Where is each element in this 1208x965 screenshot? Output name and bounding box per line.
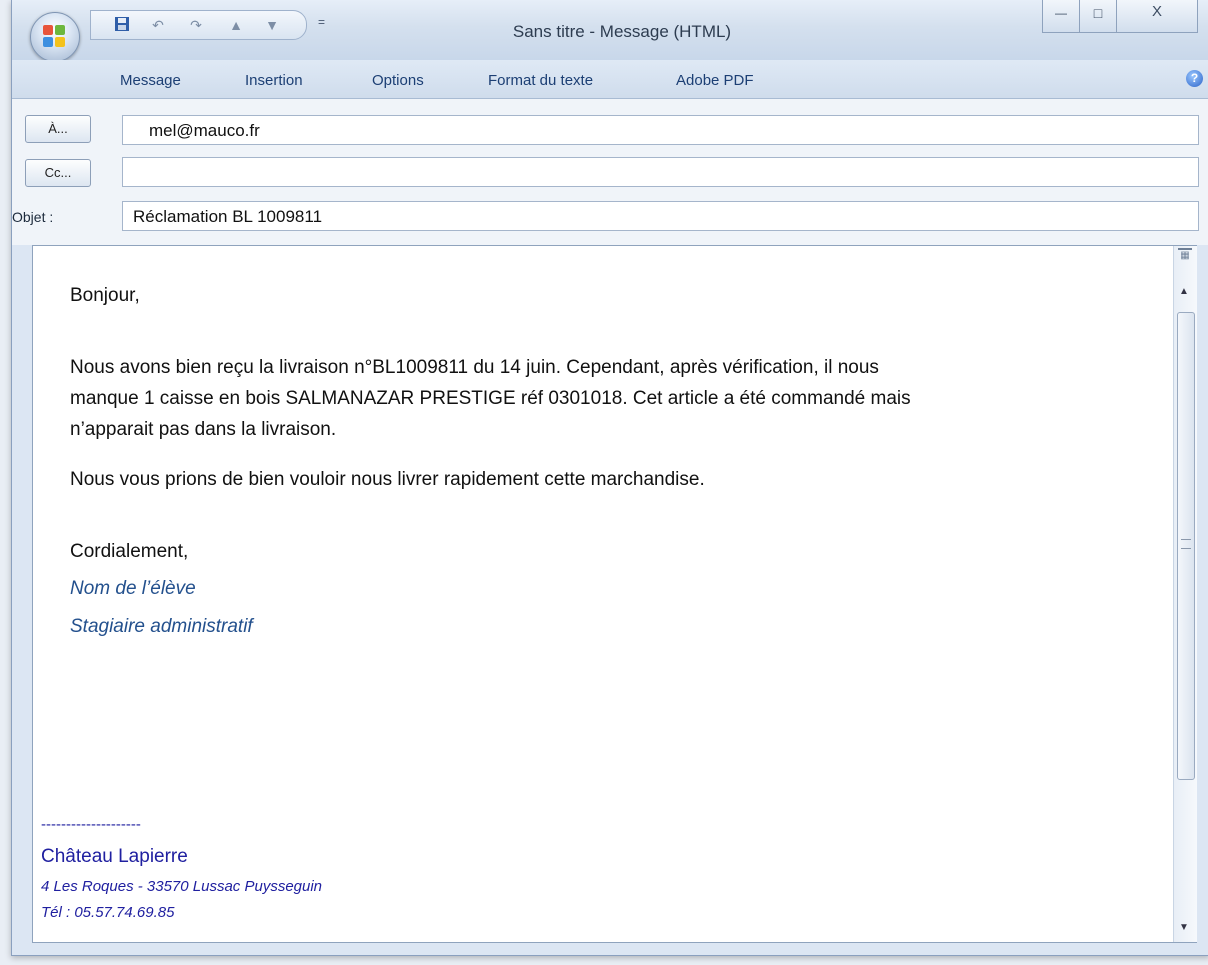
body-line-1: Nous avons bien reçu la livraison n°BL10… — [70, 357, 879, 378]
tab-options[interactable]: Options — [372, 72, 424, 89]
outlook-message-window: ↶ ↷ ▲ ▼ = Sans titre - Message (HTML) — … — [11, 0, 1208, 956]
message-body[interactable]: Bonjour, Nous avons bien reçu la livrais… — [32, 245, 1197, 943]
ruler-toggle-icon[interactable]: ▦ — [1178, 248, 1192, 274]
body-paragraph-2: Nous vous prions de bien vouloir nous li… — [70, 469, 705, 490]
greeting: Bonjour, — [70, 285, 140, 306]
minimize-icon: — — [1055, 6, 1067, 20]
cc-button[interactable]: Cc... — [25, 159, 91, 187]
help-icon[interactable]: ? — [1186, 70, 1203, 87]
signature-address: 4 Les Roques - 33570 Lussac Puysseguin — [41, 878, 323, 895]
maximize-button[interactable]: □ — [1079, 0, 1117, 33]
customize-toolbar-dropdown[interactable]: = — [318, 15, 325, 29]
signature-company: Château Lapierre — [41, 846, 188, 867]
body-line-3: n’apparait pas dans la livraison. — [70, 419, 337, 440]
tab-insertion[interactable]: Insertion — [245, 72, 303, 89]
signature-phone: Tél : 05.57.74.69.85 — [41, 904, 175, 921]
tab-format-du-texte[interactable]: Format du texte — [488, 72, 593, 89]
message-header: À... mel@mauco.fr Cc... Objet : Réclamat… — [12, 99, 1208, 245]
close-button[interactable]: X — [1116, 0, 1198, 33]
vertical-scrollbar[interactable]: ▦ ▲ ▼ — [1173, 246, 1197, 942]
save-icon[interactable] — [113, 16, 131, 34]
body-line-2: manque 1 caisse en bois SALMANAZAR PREST… — [70, 388, 911, 409]
window-title: Sans titre - Message (HTML) — [512, 22, 732, 41]
arrow-up-icon[interactable]: ▲ — [227, 16, 245, 34]
undo-icon[interactable]: ↶ — [149, 16, 167, 34]
subject-label: Objet : — [12, 209, 54, 225]
grip-icon — [1181, 539, 1191, 549]
maximize-icon: □ — [1093, 5, 1103, 21]
scroll-up-icon[interactable]: ▲ — [1179, 286, 1189, 297]
sender-name: Nom de l’élève — [70, 578, 196, 599]
ribbon-tabs: Message Insertion Options Format du text… — [12, 60, 1208, 99]
redo-icon[interactable]: ↷ — [187, 16, 205, 34]
tab-message[interactable]: Message — [120, 72, 181, 89]
arrow-down-icon[interactable]: ▼ — [263, 16, 281, 34]
office-logo-icon — [43, 25, 67, 49]
closing: Cordialement, — [70, 541, 189, 562]
office-button[interactable] — [30, 12, 80, 62]
scroll-down-icon[interactable]: ▼ — [1179, 922, 1189, 933]
scroll-thumb[interactable] — [1177, 312, 1195, 780]
subject-value: Réclamation BL 1009811 — [133, 207, 323, 226]
subject-field[interactable]: Réclamation BL 1009811 — [122, 201, 1199, 231]
signature-separator: -------------------- — [41, 816, 141, 833]
quick-access-toolbar: ↶ ↷ ▲ ▼ — [90, 10, 307, 40]
close-icon: X — [1151, 3, 1162, 20]
minimize-button[interactable]: — — [1042, 0, 1080, 33]
to-value: mel@mauco.fr — [149, 121, 260, 140]
to-button[interactable]: À... — [25, 115, 91, 143]
tab-adobe-pdf[interactable]: Adobe PDF — [676, 72, 754, 89]
title-bar: ↶ ↷ ▲ ▼ = Sans titre - Message (HTML) — … — [12, 0, 1208, 62]
cc-field[interactable] — [122, 157, 1199, 187]
to-field[interactable]: mel@mauco.fr — [122, 115, 1199, 145]
sender-role: Stagiaire administratif — [70, 616, 253, 637]
